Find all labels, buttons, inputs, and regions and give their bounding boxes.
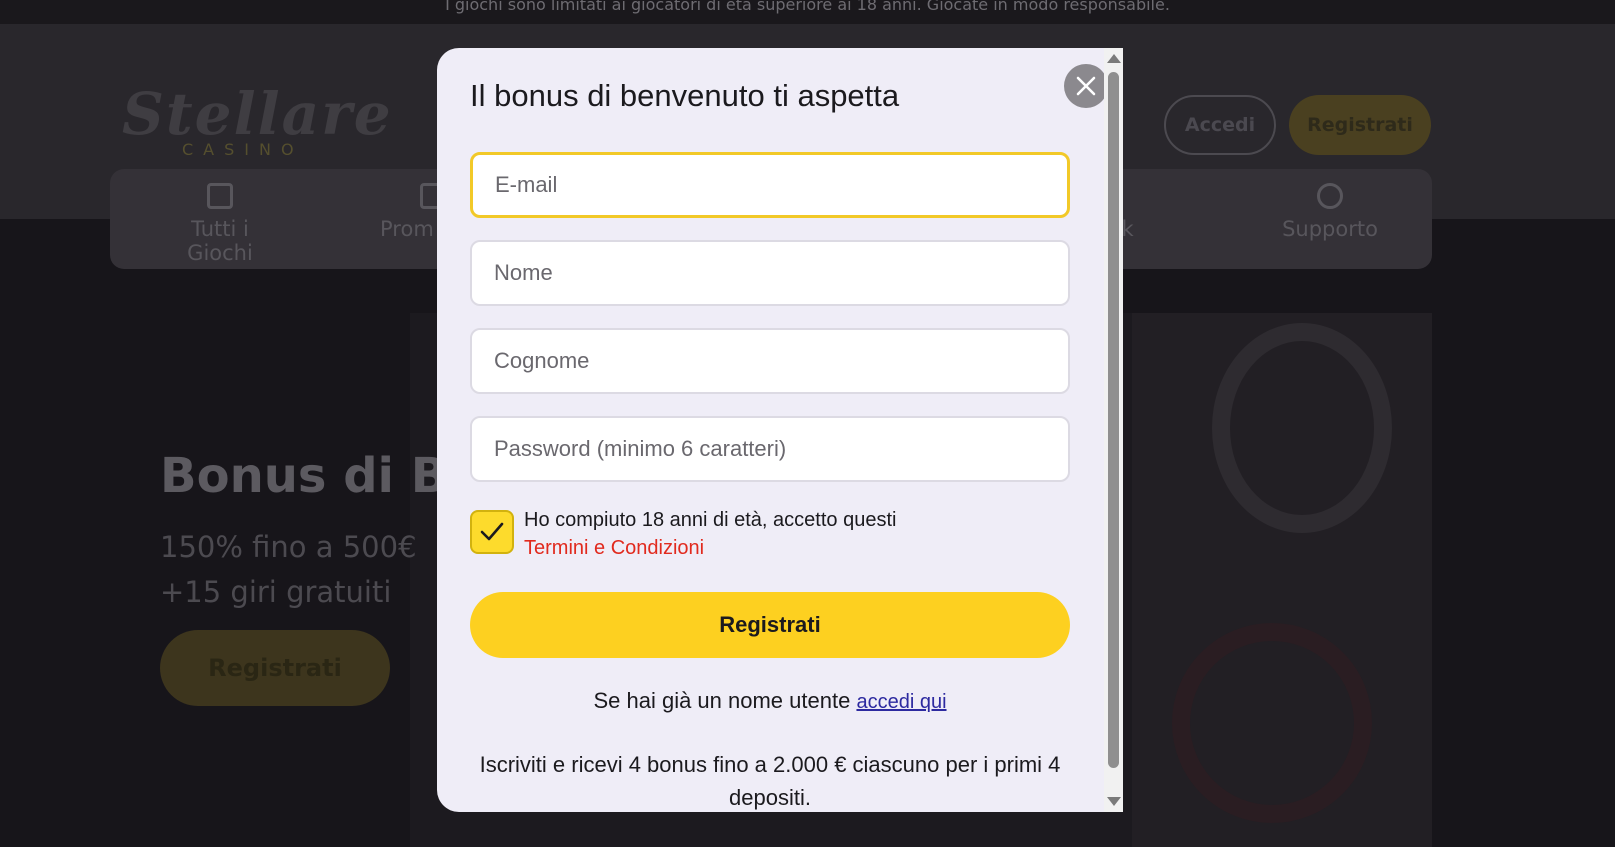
hero-bonus-line: 150% fino a 500€ bbox=[160, 530, 417, 564]
casino-chip-image bbox=[1172, 623, 1372, 823]
nav-item-all-games: Tutti i Giochi bbox=[155, 183, 285, 265]
logo-text: Stellare bbox=[122, 80, 393, 148]
close-button[interactable] bbox=[1064, 64, 1108, 108]
logo-subtext: CASINO bbox=[182, 140, 304, 159]
nav-item-support: Supporto bbox=[1260, 183, 1400, 241]
close-icon bbox=[1076, 76, 1096, 96]
games-icon bbox=[207, 183, 233, 209]
age-restriction-banner: I giochi sono limitati ai giocatori di e… bbox=[0, 0, 1615, 24]
terms-link[interactable]: Termini e Condizioni bbox=[524, 534, 1044, 562]
hero-title: Bonus di Be bbox=[160, 448, 480, 504]
consent-text: Ho compiuto 18 anni di età, accetto ques… bbox=[524, 506, 1044, 562]
hero-decoration bbox=[1132, 313, 1432, 847]
promo-text: Iscriviti e ricevi 4 bonus fino a 2.000 … bbox=[479, 752, 1061, 810]
casino-chip-image bbox=[1212, 323, 1392, 533]
modal-title: Il bonus di benvenuto ti aspetta bbox=[470, 78, 900, 113]
scroll-down-icon[interactable] bbox=[1107, 797, 1121, 806]
nav-item-label: Supporto bbox=[1282, 217, 1378, 241]
login-link[interactable]: accedi qui bbox=[856, 691, 946, 713]
surname-field[interactable] bbox=[470, 328, 1070, 394]
header-login-button: Accedi bbox=[1164, 95, 1276, 155]
nav-item-label: Tutti i Giochi bbox=[187, 217, 253, 265]
password-field[interactable] bbox=[470, 416, 1070, 482]
scroll-up-icon[interactable] bbox=[1107, 54, 1121, 63]
registration-modal: Il bonus di benvenuto ti aspetta Ho comp… bbox=[437, 48, 1123, 812]
name-field[interactable] bbox=[470, 240, 1070, 306]
scroll-thumb[interactable] bbox=[1108, 72, 1119, 768]
email-field[interactable] bbox=[470, 152, 1070, 218]
hero-register-button: Registrati bbox=[160, 630, 390, 706]
nav-item-label: Prom bbox=[380, 217, 434, 241]
age-consent-checkbox[interactable] bbox=[470, 510, 514, 554]
header-register-button: Registrati bbox=[1289, 95, 1431, 155]
login-prompt: Se hai già un nome utente accedi qui bbox=[437, 688, 1103, 714]
consent-label: Ho compiuto 18 anni di età, accetto ques… bbox=[524, 509, 897, 531]
modal-scrollbar[interactable] bbox=[1104, 48, 1123, 812]
hero-spins-line: +15 giri gratuiti bbox=[160, 575, 392, 609]
site-logo: Stellare CASINO bbox=[122, 80, 393, 159]
register-button[interactable]: Registrati bbox=[470, 592, 1070, 658]
login-prompt-text: Se hai già un nome utente bbox=[593, 688, 851, 713]
support-icon bbox=[1317, 183, 1343, 209]
checkmark-icon bbox=[480, 522, 504, 541]
